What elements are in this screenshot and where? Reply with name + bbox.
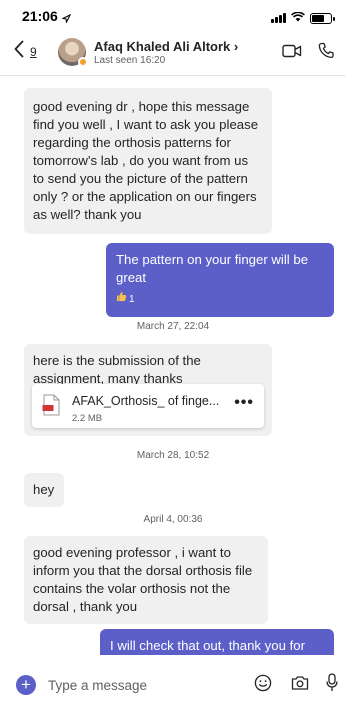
incoming-message[interactable]: hey	[24, 473, 65, 507]
more-options-icon[interactable]: •••	[234, 394, 254, 412]
file-size: 2.2 MB	[72, 413, 103, 424]
outgoing-message[interactable]: The pattern on your finger will be great…	[106, 243, 334, 317]
message-input[interactable]	[48, 671, 228, 699]
file-name: AFAK_Orthosis_ of finge...	[72, 394, 220, 408]
reaction-count: 1	[129, 294, 135, 305]
status-time: 21:06	[22, 8, 58, 24]
message-composer: +	[0, 668, 346, 705]
battery-icon	[310, 12, 335, 24]
location-arrow-icon	[61, 10, 72, 28]
message-text: hey	[33, 482, 55, 497]
incoming-message[interactable]: good evening dr , hope this message find…	[24, 88, 272, 234]
camera-icon[interactable]	[291, 675, 309, 696]
avatar[interactable]	[58, 38, 88, 67]
message-text: here is the submission of the assignment…	[33, 353, 201, 386]
cellular-signal-icon	[271, 13, 286, 23]
emoji-icon[interactable]	[254, 674, 272, 697]
unread-count: 9	[30, 44, 37, 59]
timestamp-divider: March 28, 10:52	[136, 450, 210, 461]
presence-badge	[78, 57, 88, 67]
outgoing-message[interactable]: I will check that out, thank you for let…	[100, 629, 334, 655]
pdf-file-icon	[42, 394, 60, 421]
wifi-icon	[291, 9, 305, 27]
message-text: good evening dr , hope this message find…	[33, 99, 259, 222]
message-text: I will check that out, thank you for let…	[110, 638, 305, 653]
status-bar: 21:06	[0, 0, 346, 30]
add-attachment-button[interactable]: +	[16, 675, 36, 695]
chat-header: 9 Afaq Khaled Ali Altork › Last seen 16:…	[0, 30, 346, 76]
microphone-icon[interactable]	[326, 673, 338, 697]
thumbs-up-icon	[116, 291, 127, 309]
message-text: The pattern on your finger will be great	[116, 252, 309, 285]
message-text: good evening professor , i want to infor…	[33, 545, 253, 614]
phone-call-icon[interactable]	[318, 42, 334, 64]
incoming-message[interactable]: here is the submission of the assignment…	[24, 344, 272, 436]
reaction-badge[interactable]: 1	[116, 291, 324, 309]
video-call-icon[interactable]	[282, 44, 302, 63]
incoming-message[interactable]: good evening professor , i want to infor…	[24, 536, 268, 624]
chevron-left-icon	[14, 40, 24, 63]
back-button[interactable]: 9	[14, 40, 37, 63]
timestamp-divider: April 4, 00:36	[143, 514, 203, 525]
contact-name[interactable]: Afaq Khaled Ali Altork ›	[94, 39, 238, 54]
message-list[interactable]: good evening dr , hope this message find…	[0, 77, 346, 655]
timestamp-divider: March 27, 22:04	[136, 321, 210, 332]
contact-status: Last seen 16:20	[94, 55, 166, 66]
file-attachment[interactable]: AFAK_Orthosis_ of finge... 2.2 MB •••	[32, 384, 264, 428]
